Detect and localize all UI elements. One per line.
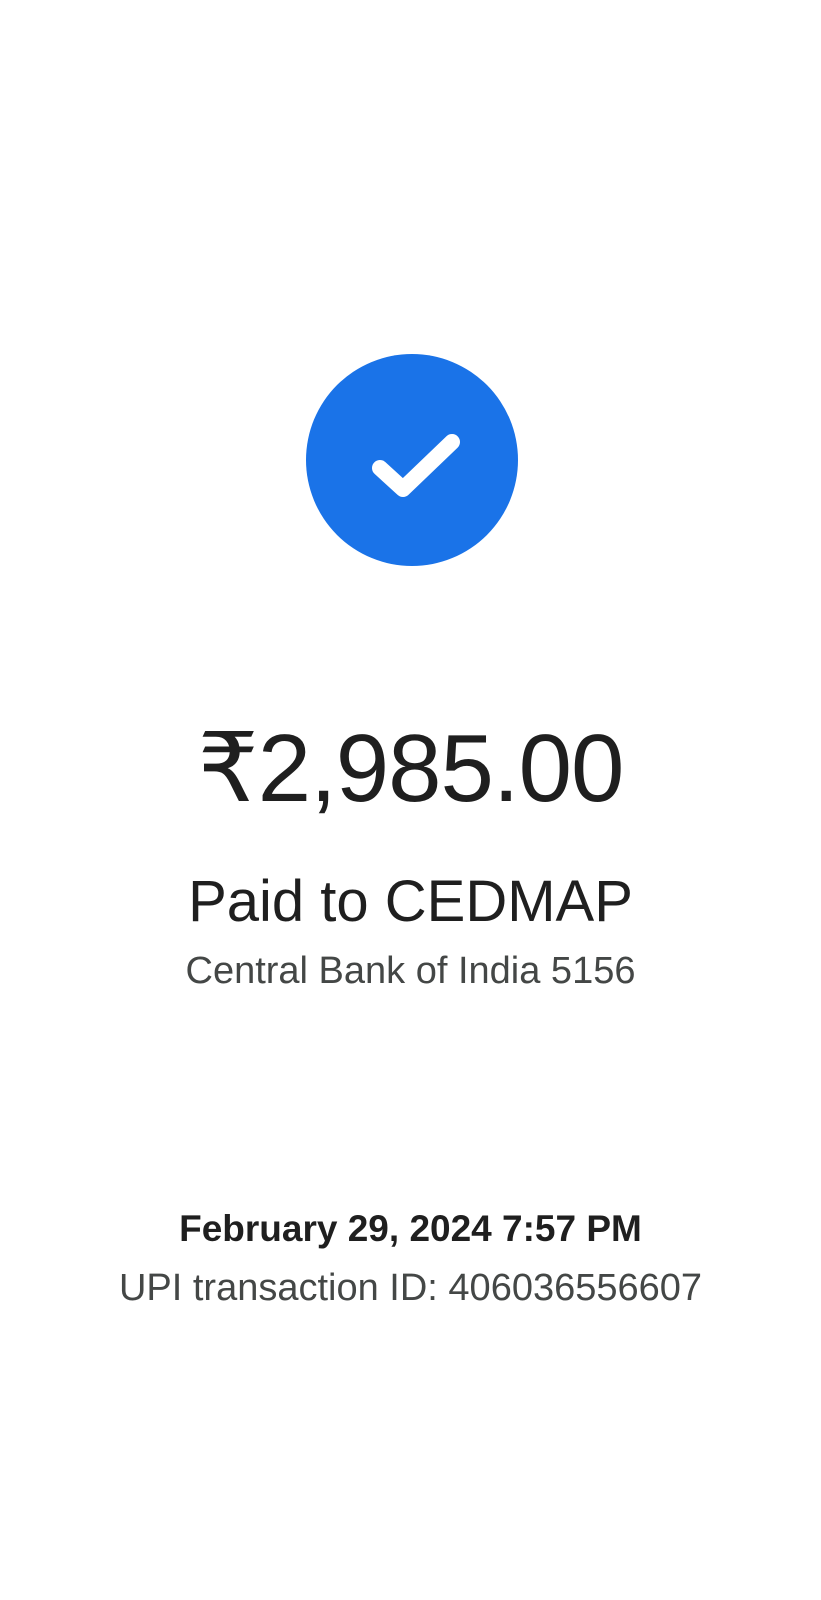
payment-amount: ₹2,985.00 (197, 715, 625, 822)
upi-transaction-id: UPI transaction ID: 406036556607 (118, 1267, 703, 1309)
payee-name: Paid to CEDMAP (188, 869, 633, 934)
checkmark-icon (372, 434, 460, 497)
transaction-datetime: February 29, 2024 7:57 PM (179, 1208, 642, 1249)
bank-account: Central Bank of India 5156 (185, 950, 636, 992)
success-badge (306, 354, 518, 566)
